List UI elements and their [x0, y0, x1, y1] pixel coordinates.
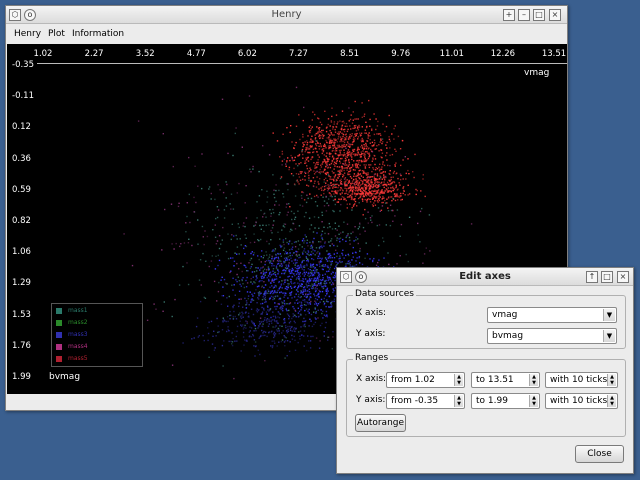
legend-label: mass1: [68, 307, 88, 314]
spin-arrows-icon[interactable]: ▲ ▼: [454, 374, 463, 386]
y-axis-source-value: bvmag: [492, 331, 524, 341]
x-tick-label: 9.76: [391, 49, 411, 59]
y-axis-label: bvmag: [49, 372, 81, 382]
y-tick-label: 0.36: [12, 153, 31, 164]
x-to-spinbox[interactable]: to 13.51 ▲ ▼: [471, 372, 540, 388]
x-axis-label: vmag: [524, 68, 550, 78]
dialog-close-icon[interactable]: ×: [617, 271, 629, 283]
restore-icon[interactable]: □: [533, 9, 545, 21]
x-tick-label: 6.02: [237, 49, 257, 59]
legend-swatch: [56, 308, 62, 314]
x-axis-line: [37, 63, 567, 64]
edit-axes-dialog: ⬡ o Edit axes ↑ □ × Data sources X axis:…: [336, 267, 634, 474]
x-range-label: X axis:: [356, 374, 387, 384]
y-tick-label: 1.53: [12, 309, 31, 320]
menu-henry[interactable]: Henry: [14, 29, 41, 39]
x-from-value: from 1.02: [391, 375, 435, 385]
y-tick-label: 0.59: [12, 184, 31, 195]
y-to-spinbox[interactable]: to 1.99 ▲ ▼: [471, 393, 540, 409]
legend-label: mass4: [68, 343, 88, 350]
x-tick-label: 2.27: [84, 49, 104, 59]
y-axis-source-combo[interactable]: bvmag ▼: [487, 328, 617, 344]
legend-label: mass3: [68, 331, 88, 338]
main-titlebar[interactable]: ⬡ o Henry + – □ ×: [6, 6, 567, 24]
y-range-label: Y axis:: [356, 395, 386, 405]
x-axis-source-label: X axis:: [356, 308, 387, 318]
y-tick-label: 0.12: [12, 122, 31, 133]
y-to-value: to 1.99: [476, 396, 508, 406]
y-tick-label: -0.35: [12, 60, 34, 70]
autorange-button[interactable]: Autorange: [355, 414, 406, 432]
y-tick-label: 1.29: [12, 278, 31, 289]
minimize-icon[interactable]: –: [518, 9, 530, 21]
x-to-value: to 13.51: [476, 375, 514, 385]
menubar: Henry Plot Information: [6, 25, 567, 43]
x-tick-label: 12.26: [490, 49, 516, 59]
y-tick-label: 1.99: [12, 372, 31, 382]
spin-arrows-icon[interactable]: ▲ ▼: [529, 395, 538, 407]
spin-arrows-icon[interactable]: ▲ ▼: [454, 395, 463, 407]
x-tick-label: 1.02: [33, 49, 53, 59]
main-window-title: Henry: [271, 9, 302, 20]
x-tick-label: 7.27: [289, 49, 308, 59]
ranges-group: Ranges X axis: from 1.02 ▲ ▼ to 13.51 ▲ ▼ …: [346, 353, 626, 437]
y-tick-label: -0.11: [12, 91, 34, 102]
y-tick-label: 1.06: [12, 247, 31, 258]
spin-arrows-icon[interactable]: ▲ ▼: [607, 374, 616, 386]
close-button[interactable]: Close: [575, 445, 624, 463]
plot-legend: mass1 mass2 mass3 mass4 mass5: [51, 303, 143, 367]
dialog-arrow-up-icon[interactable]: ↑: [586, 271, 598, 283]
y-from-value: from -0.35: [391, 396, 439, 406]
legend-swatch: [56, 344, 62, 350]
x-tick-label: 3.52: [135, 49, 155, 59]
ranges-label: Ranges: [353, 353, 391, 363]
legend-swatch: [56, 332, 62, 338]
x-ticks-value: with 10 ticks: [550, 375, 608, 385]
data-sources-group: Data sources X axis: vmag ▼ Y axis: bvma…: [346, 289, 626, 349]
legend-swatch: [56, 320, 62, 326]
legend-label: mass2: [68, 319, 88, 326]
x-axis-source-value: vmag: [492, 310, 518, 320]
y-tick-label: 1.76: [12, 340, 31, 351]
y-ticks-spinbox[interactable]: with 10 ticks ▲ ▼: [545, 393, 618, 409]
x-tick-label: 8.51: [340, 49, 360, 59]
menu-information[interactable]: Information: [72, 29, 124, 39]
dialog-restore-icon[interactable]: □: [601, 271, 613, 283]
chevron-down-icon: ▼: [603, 330, 615, 342]
y-tick-label: 0.82: [12, 216, 31, 226]
x-tick-label: 11.01: [439, 49, 464, 59]
y-from-spinbox[interactable]: from -0.35 ▲ ▼: [386, 393, 465, 409]
close-icon[interactable]: ×: [549, 9, 561, 21]
chevron-down-icon: ▼: [603, 309, 615, 321]
spin-arrows-icon[interactable]: ▲ ▼: [607, 395, 616, 407]
maximize-plus-icon[interactable]: +: [503, 9, 515, 21]
dialog-titlebar[interactable]: ⬡ o Edit axes ↑ □ ×: [337, 268, 633, 286]
menu-plot[interactable]: Plot: [48, 29, 65, 39]
spin-arrows-icon[interactable]: ▲ ▼: [529, 374, 538, 386]
x-from-spinbox[interactable]: from 1.02 ▲ ▼: [386, 372, 465, 388]
x-axis-source-combo[interactable]: vmag ▼: [487, 307, 617, 323]
y-ticks-value: with 10 ticks: [550, 396, 608, 406]
x-tick-label: 13.51: [541, 49, 567, 59]
x-ticks-spinbox[interactable]: with 10 ticks ▲ ▼: [545, 372, 618, 388]
legend-swatch: [56, 356, 62, 362]
legend-label: mass5: [68, 355, 88, 362]
x-tick-label: 4.77: [186, 49, 206, 59]
y-axis-source-label: Y axis:: [356, 329, 386, 339]
data-sources-label: Data sources: [353, 289, 416, 299]
